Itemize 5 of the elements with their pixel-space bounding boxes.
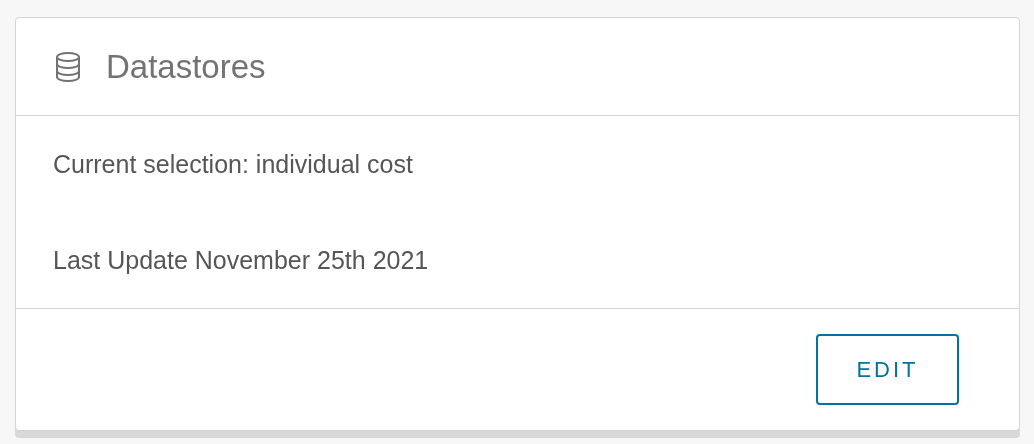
database-icon [54, 50, 82, 83]
info-text: Last Update November 25th 2021 [53, 245, 430, 276]
info-text: Current selection: individual cost [53, 149, 414, 180]
card-title: Datastores [106, 46, 266, 87]
edit-button[interactable]: EDIT [816, 334, 959, 405]
